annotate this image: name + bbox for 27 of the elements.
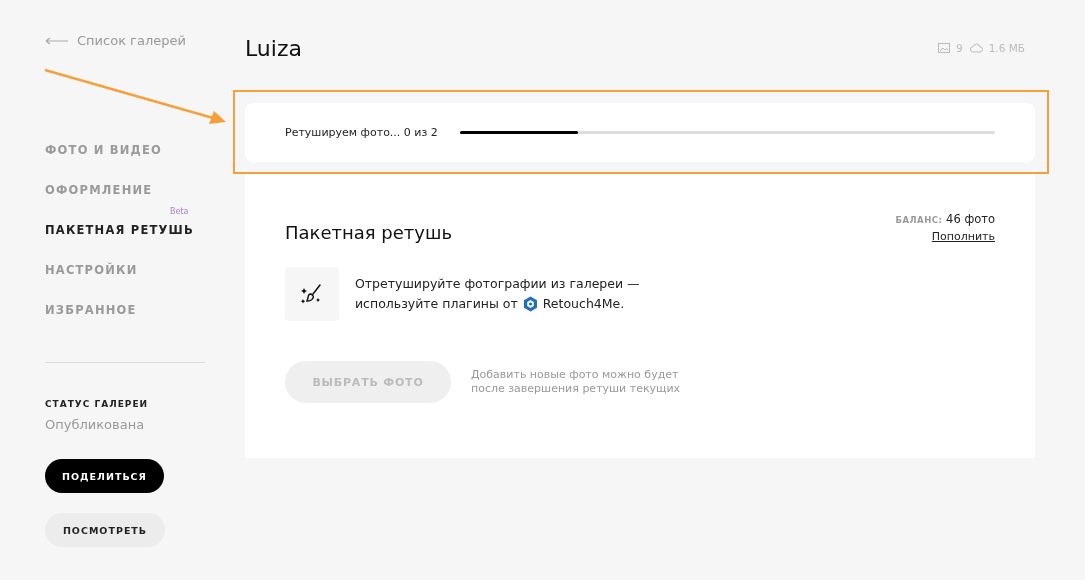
share-button[interactable]: ПОДЕЛИТЬСЯ	[45, 459, 164, 493]
nav-item[interactable]: ПАКЕТНАЯ РЕТУШЬ	[45, 223, 194, 237]
cloud-icon	[968, 43, 983, 53]
image-icon	[938, 43, 950, 53]
storage-size: 1.6 МБ	[988, 42, 1025, 54]
back-arrow-icon	[45, 36, 69, 45]
status-label: СТАТУС ГАЛЕРЕИ	[45, 399, 149, 409]
photo-count: 9	[956, 42, 963, 54]
balance-value: 46 фото	[946, 212, 995, 226]
section-heading: Пакетная ретушь	[285, 222, 453, 243]
balance-label: БАЛАНС:	[895, 215, 943, 225]
nav-item[interactable]: ИЗБРАННОЕ	[45, 303, 137, 317]
hint-text: Добавить новые фото можно будет после завершения ретуши текущих	[471, 368, 682, 396]
view-button[interactable]: ПОСМОТРЕТЬ	[45, 513, 165, 547]
nav-item[interactable]: ОФОРМЛЕНИЕ	[45, 183, 153, 197]
beta-label: Beta	[170, 207, 189, 216]
status-value: Опубликована	[45, 417, 145, 432]
gallery-title: Luiza	[245, 35, 302, 61]
nav-item[interactable]: ФОТО И ВИДЕО	[45, 143, 163, 157]
nav-item[interactable]: НАСТРОЙКИ	[45, 263, 138, 277]
back-link[interactable]: Список галерей	[45, 33, 186, 48]
progress-label: Ретушируем фото... 0 из 2	[285, 126, 439, 139]
description-text: используйте плагины от	[355, 295, 518, 313]
description-text: Отретушируйте фотографии из галереи —	[355, 275, 640, 293]
top-up-link[interactable]: Пополнить	[931, 230, 995, 243]
brand-name: Retouch4Me.	[542, 295, 625, 313]
hexagon-logo-icon	[522, 296, 538, 312]
